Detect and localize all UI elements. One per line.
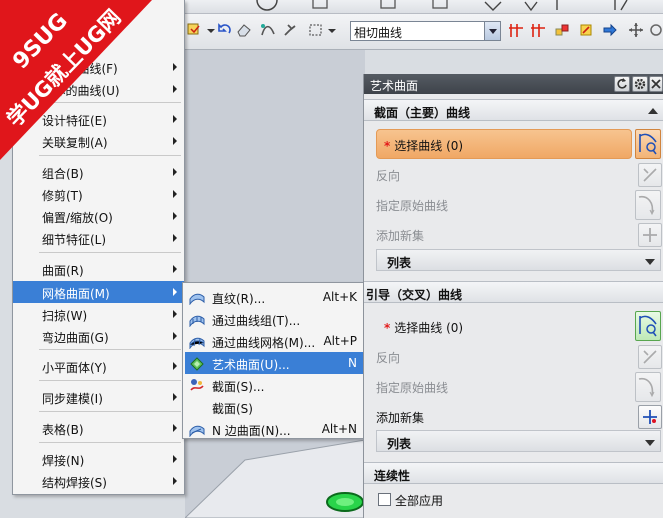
apply-all-checkbox[interactable] [378,493,391,506]
submenu-item-n-sided[interactable]: N 边曲面(N)... Alt+N [185,418,375,440]
primary-reverse-row[interactable]: 反向 [364,160,663,188]
feature-curve-icon[interactable] [554,22,570,38]
watermark-banner: 9SUG 学UG就上UG网 [0,0,175,160]
menu-separator [39,380,181,381]
intersection-icon[interactable] [508,22,524,38]
arrow-right-icon[interactable] [602,22,618,38]
origin-curve-icon[interactable] [635,372,661,402]
menu-item-mesh-surface[interactable]: 网格曲面(M) [13,281,184,303]
menu-item-surface[interactable]: 曲面(R) [13,258,184,280]
select-curve-icon[interactable] [635,311,661,341]
select-curve-icon[interactable] [635,129,661,159]
reverse-direction-icon[interactable] [638,345,662,369]
curve-tool-icon[interactable] [260,22,276,38]
menu-separator [39,442,181,443]
chevron-right-icon [173,288,177,296]
section-continuity-header[interactable]: 连续性 [364,462,663,484]
chevron-right-icon [173,310,177,318]
selection-dropdown-icon[interactable] [326,22,338,38]
chevron-right-icon [173,265,177,273]
chevron-right-icon [173,393,177,401]
chevron-right-icon [173,190,177,198]
rotate-icon[interactable] [648,22,663,38]
reverse-direction-icon[interactable] [638,163,662,187]
guide-reverse-row[interactable]: 反向 [364,342,663,370]
curve-rule-value: 相切曲线 [354,26,403,40]
submenu-item-studio-surface[interactable]: 艺术曲面(U)... N [185,352,375,374]
primary-add-set-row[interactable]: 添加新集 [364,220,663,248]
dialog-titlebar[interactable]: 艺术曲面 [364,74,663,94]
origin-curve-icon[interactable] [635,190,661,220]
chevron-right-icon [173,362,177,370]
eraser-icon[interactable] [236,22,252,38]
chevron-down-icon[interactable] [645,259,655,265]
studio-surface-icon [190,357,204,371]
watermark-logo: 9SUG 学UG就上UG网 [0,0,152,160]
submenu-item-ruled[interactable]: 直纹(R)... Alt+K [185,286,375,308]
reset-icon[interactable] [614,76,630,92]
menu-item-sweep[interactable]: 扫掠(W) [13,303,184,325]
toolbar-strip-top [185,0,663,14]
section-icon [190,379,204,391]
menu-separator [39,252,181,253]
curve-rule-select[interactable]: 相切曲线 [350,21,501,41]
through-curves-icon [189,315,205,327]
menu-item-structure-weld[interactable]: 结构焊接(S) [13,470,184,492]
section-primary-curves-header[interactable]: 截面（主要）曲线 [364,99,663,121]
primary-select-curve-row[interactable]: * 选择曲线 (0) [364,128,663,159]
menu-item-sync-modeling[interactable]: 同步建模(I) [13,386,184,408]
primary-origin-curve-row[interactable]: 指定原始曲线 [364,190,663,220]
menu-item-offset-scale[interactable]: 偏置/缩放(O) [13,205,184,227]
chevron-right-icon [173,168,177,176]
add-set-icon[interactable] [638,405,662,429]
guide-select-curve-row[interactable]: * 选择曲线 (0) [364,310,663,341]
chevron-right-icon [173,424,177,432]
menu-item-flange-surface[interactable]: 弯边曲面(G) [13,325,184,347]
move-icon[interactable] [628,22,644,38]
menu-item-trim[interactable]: 修剪(T) [13,183,184,205]
submenu-item-through-curves[interactable]: 通过曲线组(T)... [185,308,375,330]
dialog-title: 艺术曲面 [370,79,419,93]
apply-all-label: 全部应用 [395,494,444,508]
chevron-right-icon [173,212,177,220]
menu-item-facet-body[interactable]: 小平面体(Y) [13,355,184,377]
n-sided-surface-icon [189,425,205,437]
menu-separator [39,411,181,412]
menu-item-detail-feature[interactable]: 细节特征(L) [13,227,184,249]
guide-list-header[interactable]: 列表 [376,430,661,452]
menu-separator [39,349,181,350]
chevron-right-icon [173,477,177,485]
chevron-down-icon[interactable] [645,440,655,446]
toolbar-top-icons [256,0,628,12]
add-set-icon[interactable] [638,223,662,247]
selection-box-icon[interactable] [308,22,324,38]
chevron-right-icon [173,234,177,242]
model-geometry [185,440,365,518]
region-icon[interactable] [578,22,594,38]
gear-tool-icon[interactable] [282,22,298,38]
chevron-down-icon[interactable] [484,22,500,40]
intersection-alt-icon[interactable] [530,22,546,38]
curve-mesh-icon [189,337,205,349]
menu-item-table[interactable]: 表格(B) [13,417,184,439]
submenu-item-section[interactable]: 截面(S) [185,396,375,418]
menu-item-combine[interactable]: 组合(B) [13,161,184,183]
close-icon[interactable] [649,76,663,92]
chevron-right-icon [173,455,177,463]
studio-surface-dialog: 艺术曲面 截面（主要）曲线 * 选择曲线 (0) 反向 指定原始曲线 添加新集 … [363,74,663,518]
chevron-right-icon [173,332,177,340]
ruled-surface-icon [189,293,205,305]
mesh-surface-submenu: 直纹(R)... Alt+K 通过曲线组(T)... 通过曲线网格(M)... … [182,282,378,439]
undo-icon[interactable] [216,22,232,38]
gear-icon[interactable] [632,76,648,92]
submenu-item-section-dialog[interactable]: 截面(S)... [185,374,375,396]
snap-point-icon[interactable] [186,22,202,38]
submenu-item-curve-mesh[interactable]: 通过曲线网格(M)... Alt+P [185,330,375,352]
menu-item-weld[interactable]: 焊接(N) [13,448,184,470]
chevron-up-icon[interactable] [648,108,658,114]
primary-list-header[interactable]: 列表 [376,249,661,271]
section-guide-curves-header[interactable]: 引导（交叉）曲线 [364,281,663,303]
guide-add-set-row[interactable]: 添加新集 [364,402,663,430]
guide-origin-curve-row[interactable]: 指定原始曲线 [364,372,663,402]
